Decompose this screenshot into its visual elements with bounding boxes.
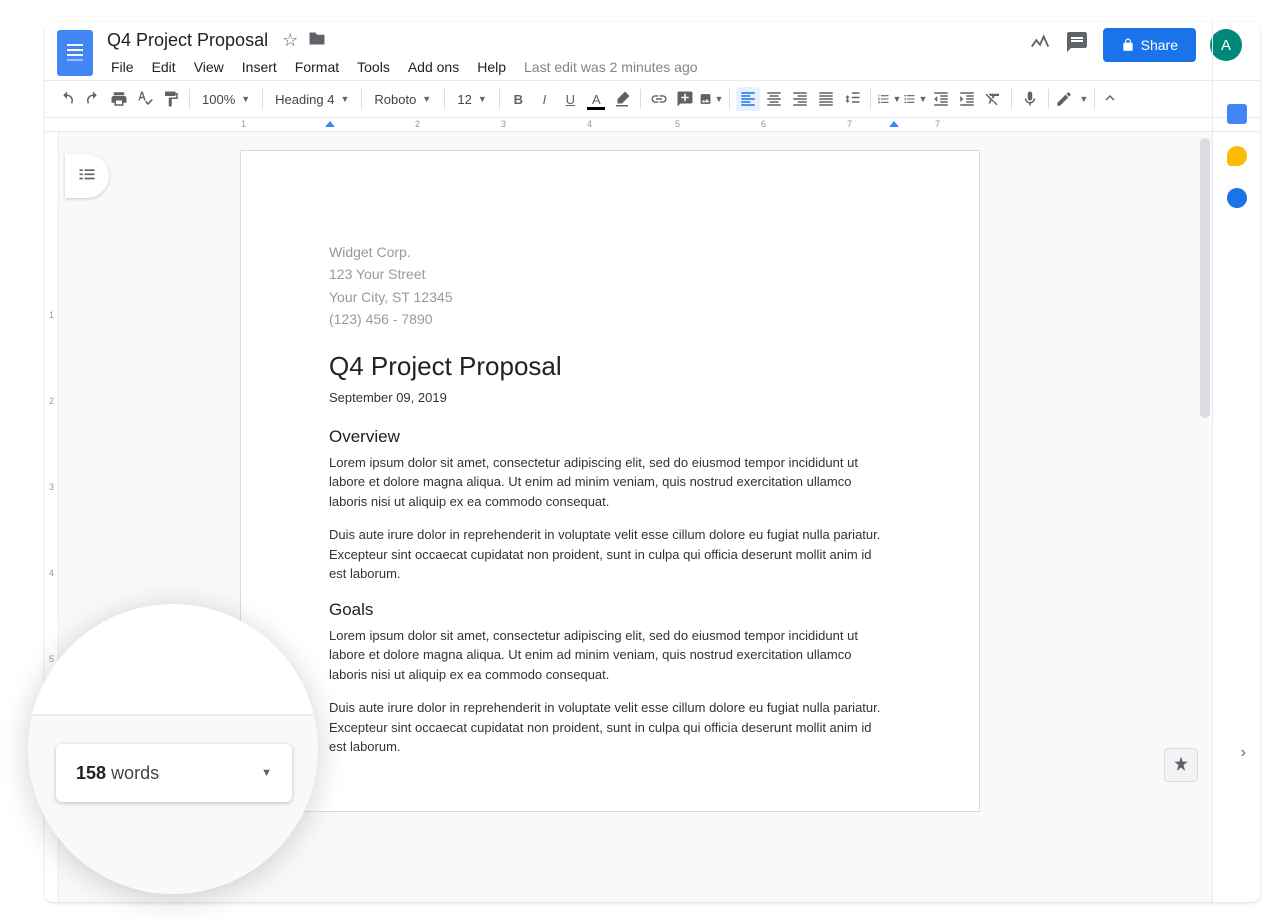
word-count-dropdown[interactable]: 158 words ▼: [56, 744, 292, 802]
font-size-select[interactable]: 12▼: [451, 90, 493, 109]
document-title[interactable]: Q4 Project Proposal: [103, 28, 272, 53]
menu-file[interactable]: File: [103, 55, 142, 79]
goals-para-2: Duis aute irure dolor in reprehenderit i…: [329, 698, 891, 757]
side-panel: ›: [1212, 22, 1260, 902]
overview-heading: Overview: [329, 427, 891, 447]
underline-icon[interactable]: U: [558, 87, 582, 111]
overview-para-1: Lorem ipsum dolor sit amet, consectetur …: [329, 453, 891, 512]
company-street: 123 Your Street: [329, 263, 891, 285]
document-outline-button[interactable]: [65, 154, 109, 198]
keep-icon[interactable]: [1227, 146, 1247, 166]
increase-indent-icon[interactable]: [955, 87, 979, 111]
menu-addons[interactable]: Add ons: [400, 55, 467, 79]
italic-icon[interactable]: I: [532, 87, 556, 111]
doc-date: September 09, 2019: [329, 390, 891, 405]
font-select[interactable]: Roboto▼: [368, 90, 438, 109]
insert-image-icon[interactable]: ▼: [699, 87, 723, 111]
comments-icon[interactable]: [1065, 30, 1089, 60]
doc-heading-1: Q4 Project Proposal: [329, 351, 891, 382]
move-folder-icon[interactable]: [308, 30, 326, 51]
align-center-icon[interactable]: [762, 87, 786, 111]
menu-format[interactable]: Format: [287, 55, 347, 79]
chevron-down-icon: ▼: [261, 767, 272, 779]
paragraph-style-select[interactable]: Heading 4▼: [269, 90, 355, 109]
line-spacing-icon[interactable]: [840, 87, 864, 111]
share-button[interactable]: Share: [1103, 28, 1196, 62]
company-city: Your City, ST 12345: [329, 286, 891, 308]
menu-help[interactable]: Help: [469, 55, 514, 79]
last-edit-text[interactable]: Last edit was 2 minutes ago: [516, 55, 706, 79]
activity-icon[interactable]: [1029, 31, 1051, 59]
menubar: Q4 Project Proposal ☆ File Edit View Ins…: [45, 22, 1260, 80]
tasks-icon[interactable]: [1227, 188, 1247, 208]
document-page[interactable]: Widget Corp. 123 Your Street Your City, …: [240, 150, 980, 812]
zoom-select[interactable]: 100%▼: [196, 90, 256, 109]
align-left-icon[interactable]: [736, 87, 760, 111]
right-indent-marker[interactable]: [889, 121, 899, 127]
spellcheck-icon[interactable]: [133, 87, 157, 111]
align-right-icon[interactable]: [788, 87, 812, 111]
company-phone: (123) 456 - 7890: [329, 308, 891, 330]
insert-link-icon[interactable]: [647, 87, 671, 111]
menu-edit[interactable]: Edit: [144, 55, 184, 79]
word-count-text: 158 words: [76, 763, 159, 784]
left-indent-marker[interactable]: [325, 121, 335, 127]
toolbar: 100%▼ Heading 4▼ Roboto▼ 12▼ B I U A ▼ ▼…: [45, 80, 1260, 118]
menu-tools[interactable]: Tools: [349, 55, 398, 79]
bold-icon[interactable]: B: [506, 87, 530, 111]
scrollbar-thumb[interactable]: [1200, 138, 1210, 418]
menu-insert[interactable]: Insert: [234, 55, 285, 79]
numbered-list-icon[interactable]: ▼: [877, 87, 901, 111]
star-icon[interactable]: ☆: [282, 30, 298, 51]
horizontal-ruler[interactable]: 1 2 3 4 5 6 7 7: [45, 118, 1260, 132]
explore-button[interactable]: [1164, 748, 1198, 782]
calendar-icon[interactable]: [1227, 104, 1247, 124]
text-color-icon[interactable]: A: [584, 87, 608, 111]
redo-icon[interactable]: [81, 87, 105, 111]
menu-row: File Edit View Insert Format Tools Add o…: [103, 55, 1029, 79]
add-comment-icon[interactable]: [673, 87, 697, 111]
menu-view[interactable]: View: [186, 55, 232, 79]
goals-para-1: Lorem ipsum dolor sit amet, consectetur …: [329, 626, 891, 685]
voice-typing-icon[interactable]: [1018, 87, 1042, 111]
align-justify-icon[interactable]: [814, 87, 838, 111]
print-icon[interactable]: [107, 87, 131, 111]
paint-format-icon[interactable]: [159, 87, 183, 111]
bulleted-list-icon[interactable]: ▼: [903, 87, 927, 111]
docs-logo-icon[interactable]: [57, 30, 93, 76]
clear-formatting-icon[interactable]: [981, 87, 1005, 111]
goals-heading: Goals: [329, 600, 891, 620]
decrease-indent-icon[interactable]: [929, 87, 953, 111]
side-panel-expand-icon[interactable]: ›: [1241, 744, 1246, 762]
highlight-icon[interactable]: [610, 87, 634, 111]
overview-para-2: Duis aute irure dolor in reprehenderit i…: [329, 525, 891, 584]
company-name: Widget Corp.: [329, 241, 891, 263]
editing-mode-select[interactable]: ▼: [1055, 90, 1088, 108]
collapse-toolbar-icon[interactable]: [1101, 89, 1119, 110]
word-count-magnifier: 158 words ▼: [28, 604, 318, 894]
undo-icon[interactable]: [55, 87, 79, 111]
share-label: Share: [1141, 37, 1178, 53]
